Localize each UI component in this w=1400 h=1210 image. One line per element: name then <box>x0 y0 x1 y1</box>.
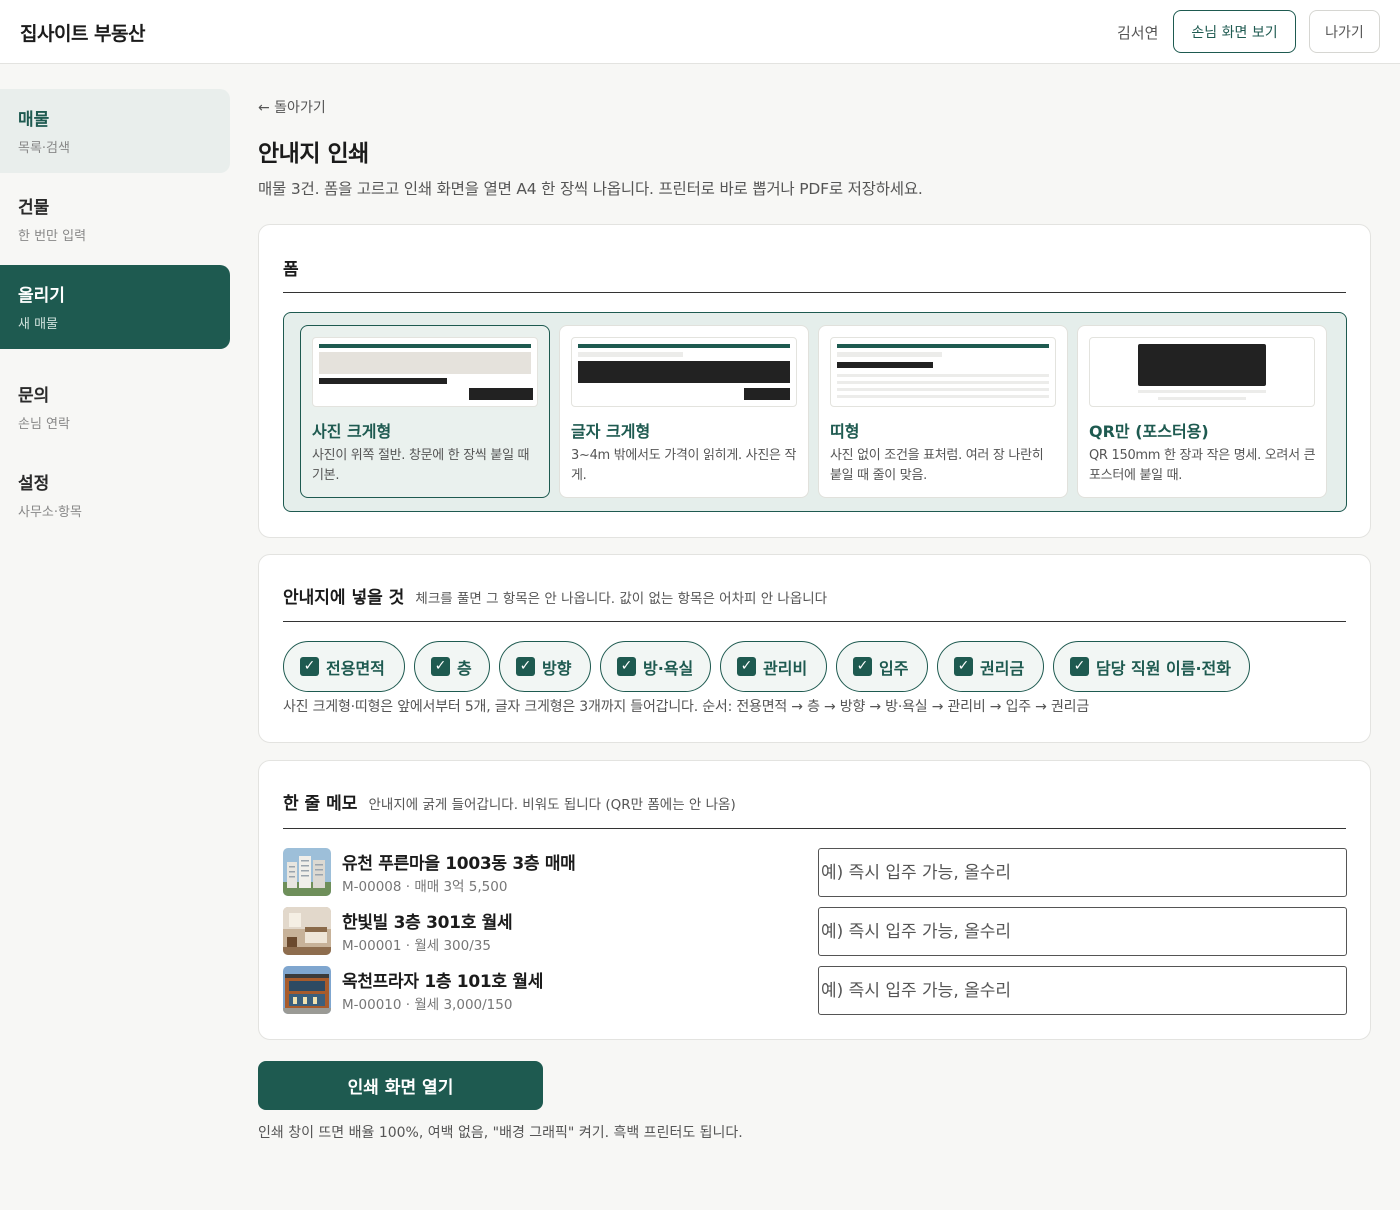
checkbox-checked-icon: ✓ <box>1070 657 1089 676</box>
listing-thumbnail <box>283 848 331 896</box>
chip-label: 권리금 <box>980 658 1025 678</box>
template-text-large[interactable]: 글자 크게형 3~4m 밖에서도 가격이 읽히게. 사진은 작게. <box>559 325 809 498</box>
template-strip[interactable]: 띠형 사진 없이 조건을 표처럼. 여러 장 나란히 붙일 때 줄이 맞음. <box>818 325 1068 498</box>
chip-maintenance-fee[interactable]: ✓ 관리비 <box>720 641 827 692</box>
template-preview <box>571 337 797 407</box>
memo-row: 유천 푸른마을 1003동 3층 매매 M-00008 · 매매 3억 5,50… <box>283 848 1347 897</box>
chip-premium[interactable]: ✓ 권리금 <box>937 641 1044 692</box>
checkbox-checked-icon: ✓ <box>954 657 973 676</box>
template-name: 사진 크게형 <box>312 422 392 441</box>
brand-logo[interactable]: 집사이트 부동산 <box>20 19 145 46</box>
chip-label: 담당 직원 이름·전화 <box>1096 658 1231 678</box>
section-header: 안내지에 넣을 것 체크를 풀면 그 항목은 안 나옵니다. 값이 없는 항목은… <box>283 583 1346 622</box>
section-header: 한 줄 메모 안내지에 굵게 들어갑니다. 비워도 됩니다 (QR만 폼에는 안… <box>283 789 1346 829</box>
memo-input[interactable] <box>818 848 1347 897</box>
sidebar-item-subtitle: 사무소·항목 <box>18 505 82 520</box>
template-qr-only[interactable]: QR만 (포스터용) QR 150mm 한 장과 작은 명세. 오려서 큰 포스… <box>1077 325 1327 498</box>
template-description: 사진이 위쪽 절반. 창문에 한 장씩 붙일 때 기본. <box>312 448 530 483</box>
template-group: 사진 크게형 사진이 위쪽 절반. 창문에 한 장씩 붙일 때 기본. 글자 크… <box>283 312 1347 512</box>
sidebar-item-title: 건물 <box>18 198 50 218</box>
sidebar-item-title: 문의 <box>18 386 50 406</box>
template-description: QR 150mm 한 장과 작은 명세. 오려서 큰 포스터에 붙일 때. <box>1089 448 1316 483</box>
sidebar-item-subtitle: 손님 연락 <box>18 417 70 432</box>
sidebar-item-title: 올리기 <box>18 286 65 306</box>
chip-label: 관리비 <box>763 658 808 678</box>
template-name: 띠형 <box>830 422 860 441</box>
listing-subtitle: M-00008 · 매매 3억 5,500 <box>342 879 508 895</box>
section-title: 안내지에 넣을 것 <box>283 588 405 608</box>
checkbox-checked-icon: ✓ <box>617 657 636 676</box>
page-description: 매물 3건. 폼을 고르고 인쇄 화면을 열면 A4 한 장씩 나옵니다. 프린… <box>258 180 923 198</box>
chip-floor[interactable]: ✓ 층 <box>414 641 490 692</box>
memo-input[interactable] <box>818 907 1347 956</box>
sidebar-item-upload[interactable]: 올리기 새 매물 <box>0 265 230 349</box>
listing-thumbnail <box>283 966 331 1014</box>
template-description: 3~4m 밖에서도 가격이 읽히게. 사진은 작게. <box>571 448 797 483</box>
chip-area[interactable]: ✓ 전용면적 <box>283 641 405 692</box>
chip-label: 층 <box>457 658 472 678</box>
fields-section: 안내지에 넣을 것 체크를 풀면 그 항목은 안 나옵니다. 값이 없는 항목은… <box>258 554 1371 743</box>
section-title: 폼 <box>283 260 299 280</box>
memo-section: 한 줄 메모 안내지에 굵게 들어갑니다. 비워도 됩니다 (QR만 폼에는 안… <box>258 760 1371 1040</box>
page-title: 안내지 인쇄 <box>258 141 369 167</box>
sidebar-item-settings[interactable]: 설정 사무소·항목 <box>0 453 230 537</box>
listing-title: 유천 푸른마을 1003동 3층 매매 <box>342 854 576 874</box>
checkbox-checked-icon: ✓ <box>300 657 319 676</box>
form-section: 폼 사진 크게형 사진이 위쪽 절반. 창문에 한 장씩 붙일 때 기본. 글자… <box>258 224 1371 538</box>
memo-input[interactable] <box>818 966 1347 1015</box>
listing-title: 한빛빌 3층 301호 월세 <box>342 913 513 933</box>
back-link[interactable]: ← 돌아가기 <box>258 97 326 117</box>
listing-subtitle: M-00010 · 월세 3,000/150 <box>342 997 513 1013</box>
chip-label: 방·욕실 <box>643 658 694 678</box>
user-name: 김서연 <box>1117 24 1159 42</box>
listing-thumbnail <box>283 907 331 955</box>
memo-row: 옥천프라자 1층 101호 월세 M-00010 · 월세 3,000/150 <box>283 966 1347 1015</box>
fields-note: 사진 크게형·띠형은 앞에서부터 5개, 글자 크게형은 3개까지 들어갑니다.… <box>283 699 1090 715</box>
template-name: 글자 크게형 <box>571 422 651 441</box>
template-preview <box>1089 337 1315 407</box>
listing-title: 옥천프라자 1층 101호 월세 <box>342 972 544 992</box>
sidebar-item-subtitle: 한 번만 입력 <box>18 229 87 244</box>
chip-label: 입주 <box>879 658 909 678</box>
checkbox-checked-icon: ✓ <box>737 657 756 676</box>
sidebar-item-listings[interactable]: 매물 목록·검색 <box>0 89 230 173</box>
checkbox-checked-icon: ✓ <box>853 657 872 676</box>
guest-view-button[interactable]: 손님 화면 보기 <box>1173 10 1296 53</box>
section-header: 폼 <box>283 255 1346 293</box>
section-title: 한 줄 메모 <box>283 794 358 814</box>
chip-label: 방향 <box>542 658 572 678</box>
top-bar: 집사이트 부동산 김서연 손님 화면 보기 나가기 <box>0 0 1400 64</box>
section-subtitle: 안내지에 굵게 들어갑니다. 비워도 됩니다 (QR만 폼에는 안 나옴) <box>368 797 736 813</box>
template-name: QR만 (포스터용) <box>1089 422 1209 441</box>
chip-agent-contact[interactable]: ✓ 담당 직원 이름·전화 <box>1053 641 1250 692</box>
sidebar-item-title: 매물 <box>18 110 50 130</box>
sidebar-item-buildings[interactable]: 건물 한 번만 입력 <box>0 177 230 261</box>
exit-button[interactable]: 나가기 <box>1309 10 1380 53</box>
template-preview <box>830 337 1056 407</box>
template-description: 사진 없이 조건을 표처럼. 여러 장 나란히 붙일 때 줄이 맞음. <box>830 448 1044 483</box>
sidebar-item-inquiries[interactable]: 문의 손님 연락 <box>0 365 230 449</box>
sidebar-item-subtitle: 새 매물 <box>18 317 59 332</box>
checkbox-checked-icon: ✓ <box>516 657 535 676</box>
template-preview <box>312 337 538 407</box>
memo-row: 한빛빌 3층 301호 월세 M-00001 · 월세 300/35 <box>283 907 1347 956</box>
chip-direction[interactable]: ✓ 방향 <box>499 641 591 692</box>
sidebar-item-subtitle: 목록·검색 <box>18 141 70 156</box>
section-subtitle: 체크를 풀면 그 항목은 안 나옵니다. 값이 없는 항목은 어차피 안 나옵니… <box>415 591 828 607</box>
listing-subtitle: M-00001 · 월세 300/35 <box>342 938 491 954</box>
chip-move-in[interactable]: ✓ 입주 <box>836 641 928 692</box>
template-photo-large[interactable]: 사진 크게형 사진이 위쪽 절반. 창문에 한 장씩 붙일 때 기본. <box>300 325 550 498</box>
sidebar-item-title: 설정 <box>18 474 50 494</box>
chip-label: 전용면적 <box>326 658 385 678</box>
chip-rooms-baths[interactable]: ✓ 방·욕실 <box>600 641 711 692</box>
print-note: 인쇄 창이 뜨면 배율 100%, 여백 없음, "배경 그래픽" 켜기. 흑백… <box>258 1125 743 1141</box>
checkbox-checked-icon: ✓ <box>431 657 450 676</box>
open-print-button[interactable]: 인쇄 화면 열기 <box>258 1061 543 1110</box>
